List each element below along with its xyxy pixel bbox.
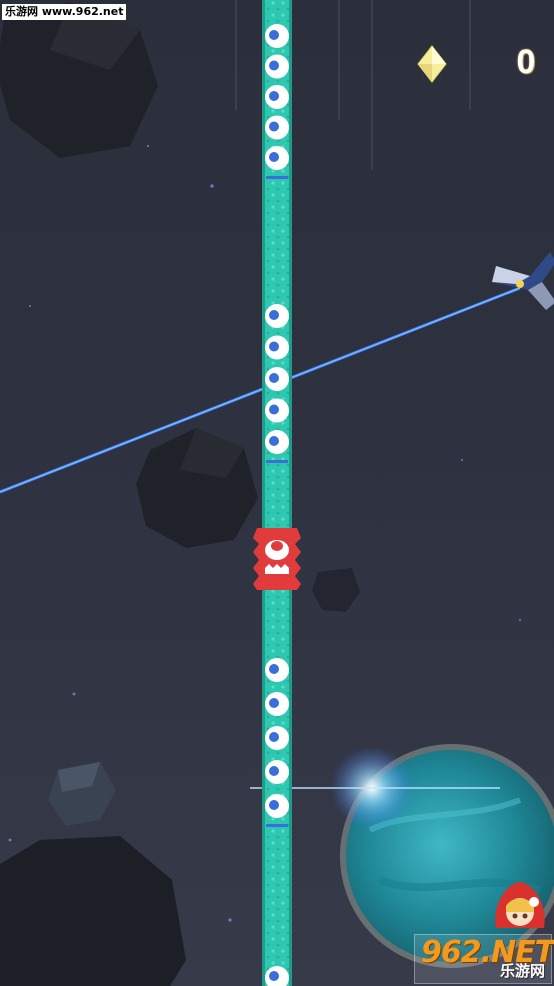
game-scene bbox=[0, 0, 554, 986]
eye-block bbox=[265, 146, 289, 170]
asteroid-small bbox=[312, 568, 360, 612]
score-counter: 0 bbox=[516, 43, 536, 81]
watermark-label: 乐游网 www.962.net bbox=[2, 4, 127, 20]
red-monster-enemy bbox=[253, 528, 301, 590]
eye-block bbox=[265, 760, 289, 784]
eye-block bbox=[265, 24, 289, 48]
spaceship[interactable] bbox=[492, 252, 554, 310]
asteroid-bottom-left bbox=[0, 836, 186, 986]
eye-block bbox=[265, 54, 289, 79]
eye-group-base bbox=[266, 460, 288, 463]
diamond-icon bbox=[416, 44, 448, 84]
eye-block bbox=[265, 398, 289, 423]
eye-block bbox=[265, 304, 289, 328]
eye-block bbox=[265, 367, 289, 391]
asteroid-left-small bbox=[48, 762, 116, 826]
eye-block bbox=[265, 794, 289, 818]
eye-block bbox=[265, 335, 289, 360]
eye-group-base bbox=[266, 824, 288, 827]
asteroid-top-left bbox=[0, 2, 158, 158]
asteroid-middle bbox=[136, 428, 258, 548]
eye-block bbox=[265, 658, 289, 682]
eye-block bbox=[265, 85, 289, 109]
eye-group-base bbox=[266, 176, 288, 179]
site-logo: 962.NET 乐游网 bbox=[414, 934, 554, 984]
eye-block bbox=[265, 692, 289, 716]
eye-block bbox=[265, 115, 289, 140]
eye-block bbox=[265, 430, 289, 454]
eye-block bbox=[265, 726, 289, 750]
logo-subtext: 乐游网 bbox=[499, 962, 545, 980]
